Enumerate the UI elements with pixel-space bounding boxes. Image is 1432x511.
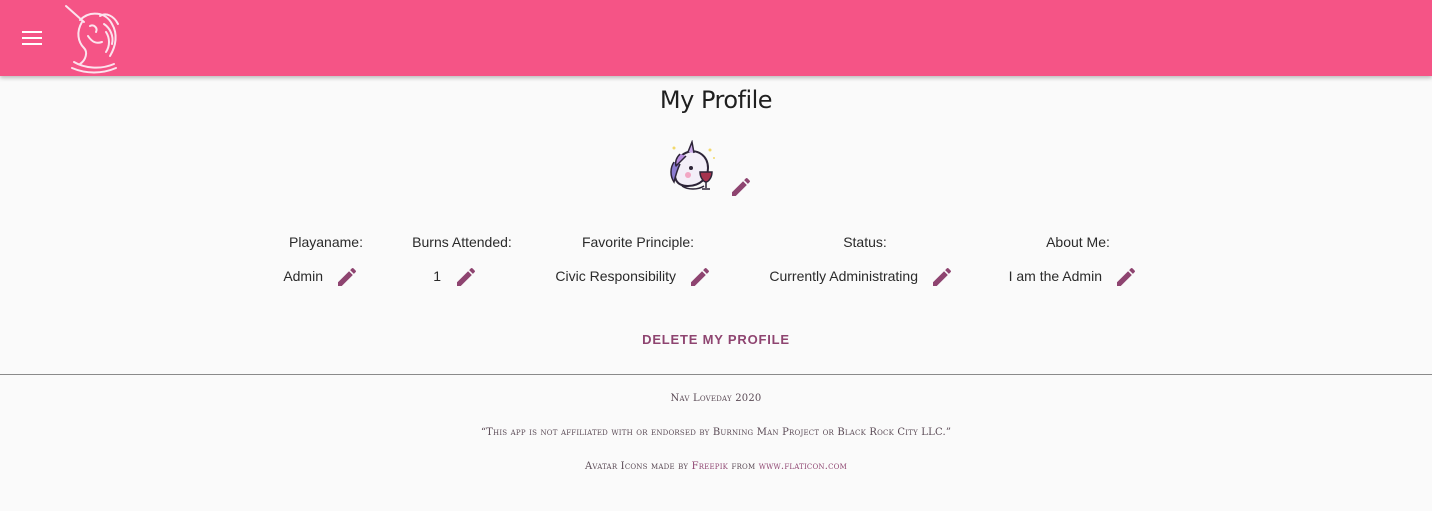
- burns-attended-label: Burns Attended:: [412, 234, 512, 250]
- page-title: My Profile: [659, 86, 773, 114]
- status-label: Status:: [843, 234, 887, 250]
- about-me-value: I am the Admin: [1008, 268, 1102, 284]
- edit-playaname-button[interactable]: [335, 265, 359, 289]
- pencil-icon: [338, 267, 357, 286]
- footer-divider: [0, 374, 1432, 375]
- unicorn-logo-icon: [65, 5, 119, 74]
- footer-disclaimer: “This app is not affiliated with or endo…: [480, 427, 952, 438]
- delete-profile-button[interactable]: DELETE MY PROFILE: [0, 332, 1432, 347]
- unicorn-avatar-icon: [670, 140, 715, 190]
- attribution-prefix: Avatar Icons made by: [585, 461, 689, 472]
- about-me-label: About Me:: [1046, 234, 1110, 250]
- edit-status-button[interactable]: [930, 265, 954, 289]
- pencil-icon: [691, 267, 710, 286]
- burns-attended-value: 1: [433, 268, 441, 284]
- pencil-icon: [457, 267, 476, 286]
- playaname-value: Admin: [283, 268, 323, 284]
- status-value: Currently Administrating: [769, 268, 918, 284]
- menu-button[interactable]: [14, 20, 50, 56]
- top-app-bar: [0, 0, 1432, 76]
- menu-icon: [22, 31, 42, 45]
- footer-credit: Nav Loveday 2020: [670, 393, 762, 404]
- edit-burns-attended-button[interactable]: [454, 265, 478, 289]
- flaticon-link[interactable]: www.flaticon.com: [759, 461, 847, 472]
- favorite-principle-value: Civic Responsibility: [555, 268, 676, 284]
- edit-favorite-principle-button[interactable]: [688, 265, 712, 289]
- freepik-link[interactable]: Freepik: [692, 461, 729, 472]
- footer-attribution: Avatar Icons made by Freepik from www.fl…: [0, 461, 1432, 472]
- pencil-icon: [732, 177, 751, 196]
- attribution-from: from: [731, 461, 756, 472]
- favorite-principle-label: Favorite Principle:: [581, 234, 695, 250]
- pencil-icon: [1117, 267, 1136, 286]
- edit-about-me-button[interactable]: [1114, 265, 1138, 289]
- edit-avatar-button[interactable]: [729, 175, 753, 199]
- pencil-icon: [933, 267, 952, 286]
